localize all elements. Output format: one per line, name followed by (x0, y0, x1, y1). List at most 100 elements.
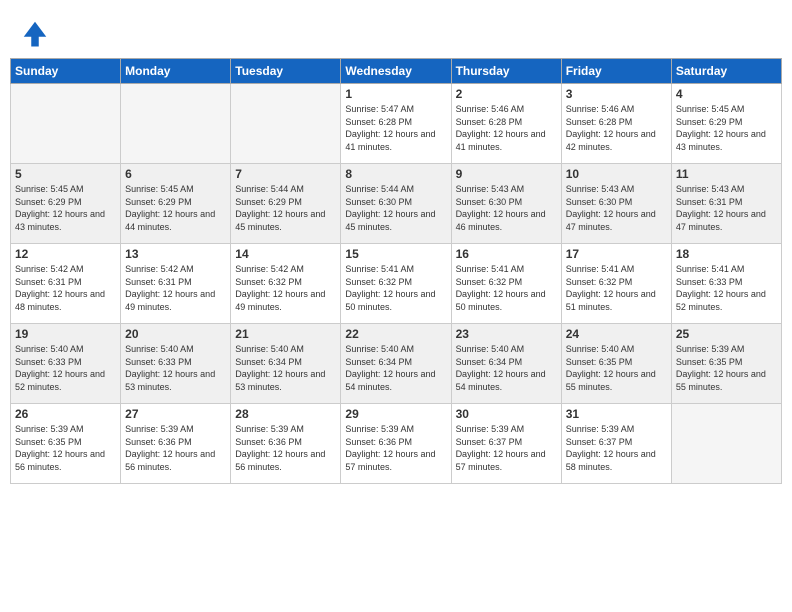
day-number: 20 (125, 327, 226, 341)
day-info: Sunrise: 5:41 AMSunset: 6:32 PMDaylight:… (566, 263, 667, 313)
calendar-cell: 10 Sunrise: 5:43 AMSunset: 6:30 PMDayligh… (561, 164, 671, 244)
calendar-cell: 17Sunrise: 5:41 AMSunset: 6:32 PMDayligh… (561, 244, 671, 324)
calendar-table: SundayMondayTuesdayWednesdayThursdayFrid… (10, 58, 782, 484)
day-number: 7 (235, 167, 336, 181)
day-info: Sunrise: 5:46 AMSunset: 6:28 PMDaylight:… (566, 103, 667, 153)
day-number: 13 (125, 247, 226, 261)
day-number: 15 (345, 247, 446, 261)
day-info: Sunrise: 5:42 AMSunset: 6:32 PMDaylight:… (235, 263, 336, 313)
day-number: 22 (345, 327, 446, 341)
day-number: 9 (456, 167, 557, 181)
day-info: Sunrise: 5:40 AMSunset: 6:33 PMDaylight:… (125, 343, 226, 393)
day-number: 14 (235, 247, 336, 261)
day-number: 8 (345, 167, 446, 181)
day-info: Sunrise: 5:39 AMSunset: 6:35 PMDaylight:… (15, 423, 116, 473)
logo (20, 18, 54, 48)
calendar-cell (11, 84, 121, 164)
calendar-cell: 28 Sunrise: 5:39 AMSunset: 6:36 PMDayligh… (231, 404, 341, 484)
calendar-cell: 31Sunrise: 5:39 AMSunset: 6:37 PMDayligh… (561, 404, 671, 484)
day-number: 29 (345, 407, 446, 421)
day-info: Sunrise: 5:40 AMSunset: 6:35 PMDaylight:… (566, 343, 667, 393)
calendar-cell: 23 Sunrise: 5:40 AMSunset: 6:34 PMDayligh… (451, 324, 561, 404)
day-number: 5 (15, 167, 116, 181)
day-number: 26 (15, 407, 116, 421)
calendar-cell: 14 Sunrise: 5:42 AMSunset: 6:32 PMDayligh… (231, 244, 341, 324)
calendar-cell: 1 Sunrise: 5:47 AMSunset: 6:28 PMDaylight… (341, 84, 451, 164)
calendar-cell: 26 Sunrise: 5:39 AMSunset: 6:35 PMDayligh… (11, 404, 121, 484)
day-info: Sunrise: 5:39 AMSunset: 6:36 PMDaylight:… (125, 423, 226, 473)
calendar-cell: 5 Sunrise: 5:45 AMSunset: 6:29 PMDaylight… (11, 164, 121, 244)
day-number: 21 (235, 327, 336, 341)
calendar-cell: 25Sunrise: 5:39 AMSunset: 6:35 PMDayligh… (671, 324, 781, 404)
day-info: Sunrise: 5:46 AMSunset: 6:28 PMDaylight:… (456, 103, 557, 153)
calendar-cell: 3Sunrise: 5:46 AMSunset: 6:28 PMDaylight… (561, 84, 671, 164)
calendar-cell (671, 404, 781, 484)
calendar-cell: 30Sunrise: 5:39 AMSunset: 6:37 PMDayligh… (451, 404, 561, 484)
calendar-cell: 8 Sunrise: 5:44 AMSunset: 6:30 PMDaylight… (341, 164, 451, 244)
col-header-friday: Friday (561, 59, 671, 84)
day-info: Sunrise: 5:45 AMSunset: 6:29 PMDaylight:… (125, 183, 226, 233)
header-row: SundayMondayTuesdayWednesdayThursdayFrid… (11, 59, 782, 84)
col-header-wednesday: Wednesday (341, 59, 451, 84)
day-number: 12 (15, 247, 116, 261)
calendar-cell: 27 Sunrise: 5:39 AMSunset: 6:36 PMDayligh… (121, 404, 231, 484)
calendar-cell: 20 Sunrise: 5:40 AMSunset: 6:33 PMDayligh… (121, 324, 231, 404)
day-number: 28 (235, 407, 336, 421)
day-number: 11 (676, 167, 777, 181)
calendar-cell: 9 Sunrise: 5:43 AMSunset: 6:30 PMDaylight… (451, 164, 561, 244)
col-header-saturday: Saturday (671, 59, 781, 84)
day-info: Sunrise: 5:42 AMSunset: 6:31 PMDaylight:… (125, 263, 226, 313)
calendar-cell: 12 Sunrise: 5:42 AMSunset: 6:31 PMDayligh… (11, 244, 121, 324)
day-info: Sunrise: 5:41 AMSunset: 6:32 PMDaylight:… (345, 263, 446, 313)
day-number: 24 (566, 327, 667, 341)
day-number: 10 (566, 167, 667, 181)
calendar-cell: 24 Sunrise: 5:40 AMSunset: 6:35 PMDayligh… (561, 324, 671, 404)
calendar-cell: 19Sunrise: 5:40 AMSunset: 6:33 PMDayligh… (11, 324, 121, 404)
calendar-cell: 15 Sunrise: 5:41 AMSunset: 6:32 PMDayligh… (341, 244, 451, 324)
day-info: Sunrise: 5:41 AMSunset: 6:32 PMDaylight:… (456, 263, 557, 313)
day-number: 23 (456, 327, 557, 341)
calendar-cell: 13 Sunrise: 5:42 AMSunset: 6:31 PMDayligh… (121, 244, 231, 324)
day-info: Sunrise: 5:47 AMSunset: 6:28 PMDaylight:… (345, 103, 446, 153)
day-number: 18 (676, 247, 777, 261)
calendar-cell: 2 Sunrise: 5:46 AMSunset: 6:28 PMDaylight… (451, 84, 561, 164)
day-number: 30 (456, 407, 557, 421)
calendar-cell: 21 Sunrise: 5:40 AMSunset: 6:34 PMDayligh… (231, 324, 341, 404)
day-info: Sunrise: 5:45 AMSunset: 6:29 PMDaylight:… (15, 183, 116, 233)
col-header-tuesday: Tuesday (231, 59, 341, 84)
day-info: Sunrise: 5:43 AMSunset: 6:30 PMDaylight:… (456, 183, 557, 233)
day-number: 27 (125, 407, 226, 421)
calendar-cell: 16 Sunrise: 5:41 AMSunset: 6:32 PMDayligh… (451, 244, 561, 324)
calendar-cell: 7 Sunrise: 5:44 AMSunset: 6:29 PMDaylight… (231, 164, 341, 244)
day-info: Sunrise: 5:44 AMSunset: 6:29 PMDaylight:… (235, 183, 336, 233)
week-row: 12 Sunrise: 5:42 AMSunset: 6:31 PMDayligh… (11, 244, 782, 324)
day-info: Sunrise: 5:45 AMSunset: 6:29 PMDaylight:… (676, 103, 777, 153)
calendar-cell: 6 Sunrise: 5:45 AMSunset: 6:29 PMDaylight… (121, 164, 231, 244)
col-header-sunday: Sunday (11, 59, 121, 84)
week-row: 26 Sunrise: 5:39 AMSunset: 6:35 PMDayligh… (11, 404, 782, 484)
day-number: 6 (125, 167, 226, 181)
col-header-monday: Monday (121, 59, 231, 84)
day-number: 16 (456, 247, 557, 261)
day-info: Sunrise: 5:39 AMSunset: 6:37 PMDaylight:… (566, 423, 667, 473)
day-info: Sunrise: 5:43 AMSunset: 6:31 PMDaylight:… (676, 183, 777, 233)
calendar-cell (121, 84, 231, 164)
week-row: 5 Sunrise: 5:45 AMSunset: 6:29 PMDaylight… (11, 164, 782, 244)
day-info: Sunrise: 5:39 AMSunset: 6:36 PMDaylight:… (235, 423, 336, 473)
day-info: Sunrise: 5:40 AMSunset: 6:34 PMDaylight:… (345, 343, 446, 393)
day-number: 2 (456, 87, 557, 101)
day-info: Sunrise: 5:39 AMSunset: 6:35 PMDaylight:… (676, 343, 777, 393)
week-row: 1 Sunrise: 5:47 AMSunset: 6:28 PMDaylight… (11, 84, 782, 164)
day-info: Sunrise: 5:40 AMSunset: 6:34 PMDaylight:… (456, 343, 557, 393)
calendar-cell: 29Sunrise: 5:39 AMSunset: 6:36 PMDayligh… (341, 404, 451, 484)
day-info: Sunrise: 5:42 AMSunset: 6:31 PMDaylight:… (15, 263, 116, 313)
calendar-cell: 18Sunrise: 5:41 AMSunset: 6:33 PMDayligh… (671, 244, 781, 324)
day-info: Sunrise: 5:40 AMSunset: 6:34 PMDaylight:… (235, 343, 336, 393)
page-header (10, 10, 782, 52)
day-number: 19 (15, 327, 116, 341)
week-row: 19 Sunrise: 5:40 AMSunset: 6:33 PMDayligh… (11, 324, 782, 404)
day-number: 1 (345, 87, 446, 101)
day-info: Sunrise: 5:43 AMSunset: 6:30 PMDaylight:… (566, 183, 667, 233)
calendar-cell: 22 Sunrise: 5:40 AMSunset: 6:34 PMDayligh… (341, 324, 451, 404)
day-info: Sunrise: 5:44 AMSunset: 6:30 PMDaylight:… (345, 183, 446, 233)
